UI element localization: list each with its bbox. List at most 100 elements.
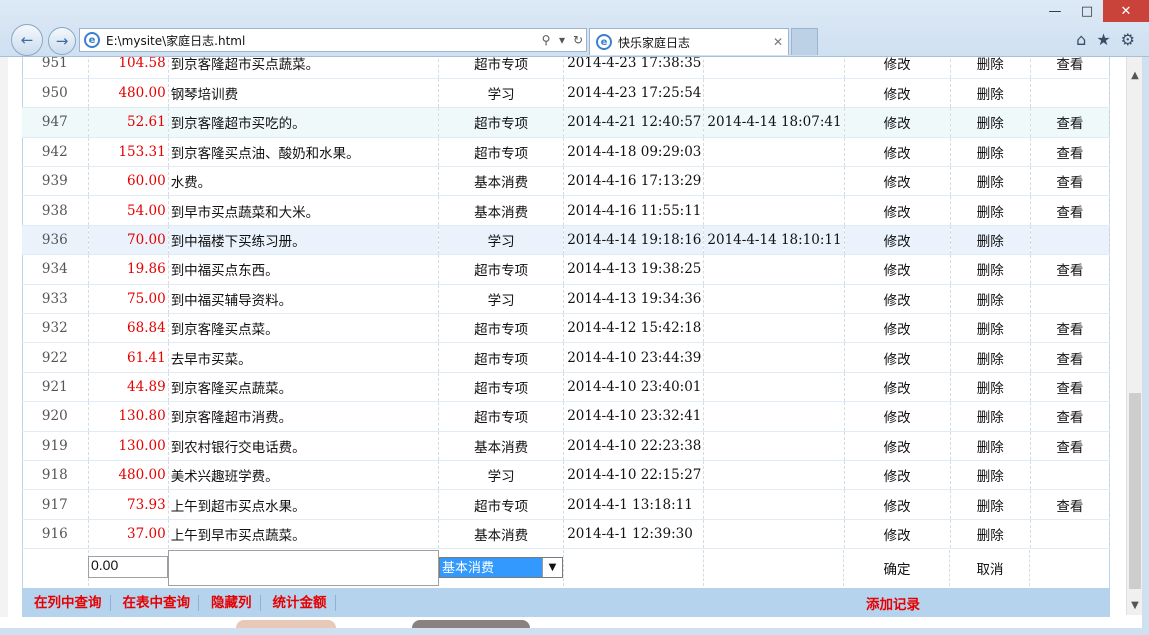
created-time-cell: 2014-4-10 22:23:38 [563,431,705,461]
edit-link[interactable]: 修改 [844,284,951,315]
search-icon[interactable]: ⚲ [538,33,554,47]
address-url[interactable]: E:\mysite\家庭日志.html [106,32,538,49]
edit-link[interactable]: 修改 [844,401,951,432]
record-id: 922 [22,342,89,373]
delete-link[interactable]: 删除 [950,401,1031,432]
edit-link[interactable]: 修改 [844,195,951,226]
view-link[interactable]: 查看 [1030,195,1111,226]
view-link[interactable]: 查看 [1030,431,1111,461]
search-in-table-link[interactable]: 在表中查询 [111,594,199,611]
edit-link[interactable]: 修改 [844,519,951,550]
minimize-icon[interactable]: — [1039,0,1071,22]
view-link[interactable]: 查看 [1030,372,1111,403]
category-cell: 超市专项 [438,57,565,79]
amount-cell: 61.41 [88,342,169,373]
delete-link[interactable]: 删除 [950,254,1031,285]
dropdown-icon[interactable]: ▾ [554,33,570,47]
edit-link[interactable]: 修改 [844,431,951,461]
category-cell: 超市专项 [438,372,565,403]
view-link[interactable]: 查看 [1030,57,1111,79]
created-time-cell: 2014-4-10 22:15:27 [563,460,705,491]
edit-link[interactable]: 修改 [844,57,951,79]
view-link[interactable]: 查看 [1030,166,1111,197]
forward-button[interactable]: → [48,27,76,55]
edit-link[interactable]: 修改 [844,107,951,138]
address-bar[interactable]: e E:\mysite\家庭日志.html ⚲ ▾ ↻ [79,28,587,52]
scroll-up-icon[interactable]: ▲ [1127,67,1143,83]
edit-link[interactable]: 修改 [844,137,951,168]
delete-link[interactable]: 删除 [950,342,1031,373]
search-in-column-link[interactable]: 在列中查询 [22,594,111,611]
record-id: 919 [22,431,89,461]
created-time-cell: 2014-4-16 11:55:11 [563,195,705,226]
scroll-down-icon[interactable]: ▼ [1127,597,1143,613]
modified-time-cell [703,195,845,226]
category-select[interactable]: 基本消费 ▼ [439,557,563,578]
amount-cell: 480.00 [88,460,169,491]
edit-link[interactable]: 修改 [844,489,951,520]
ie-logo-icon: e [84,32,100,48]
close-icon[interactable]: ✕ [1103,0,1149,22]
favorites-icon[interactable]: ★ [1096,30,1110,49]
delete-link[interactable]: 删除 [950,519,1031,550]
delete-link[interactable]: 删除 [950,313,1031,344]
delete-link[interactable]: 删除 [950,225,1031,256]
tab-close-icon[interactable]: ✕ [768,35,788,49]
delete-link[interactable]: 删除 [950,195,1031,226]
table-row: 951 104.58 到京客隆超市买点蔬菜。 超市专项 2014-4-23 17:38:… [22,57,1111,79]
delete-link[interactable]: 删除 [950,57,1031,79]
table-row: 932 68.84 到京客隆买点菜。 超市专项 2014-4-12 15:42:18 修改… [22,313,1111,344]
view-link[interactable]: 查看 [1030,401,1111,432]
gear-icon[interactable]: ⚙ [1121,30,1135,49]
vertical-scrollbar[interactable]: ▲ ▼ [1126,57,1142,615]
chevron-down-icon[interactable]: ▼ [542,558,562,577]
view-link[interactable]: 查看 [1030,489,1111,520]
edit-link[interactable]: 修改 [844,254,951,285]
edit-link[interactable]: 修改 [844,372,951,403]
back-button[interactable]: ← [11,24,43,56]
delete-link[interactable]: 删除 [950,107,1031,138]
view-link [1030,284,1111,315]
confirm-button[interactable]: 确定 [844,558,950,578]
record-id: 938 [22,195,89,226]
browser-tab[interactable]: e 快乐家庭日志 ✕ [589,28,789,55]
edit-link[interactable]: 修改 [844,342,951,373]
created-time-cell: 2014-4-10 23:40:01 [563,372,705,403]
delete-link[interactable]: 删除 [950,166,1031,197]
delete-link[interactable]: 删除 [950,372,1031,403]
new-tab-button[interactable] [791,28,818,55]
cancel-button[interactable]: 取消 [950,558,1030,578]
edit-link[interactable]: 修改 [844,166,951,197]
maximize-icon[interactable]: □ [1071,0,1103,22]
delete-link[interactable]: 删除 [950,460,1031,491]
view-link[interactable]: 查看 [1030,342,1111,373]
description-cell: 美术兴趣班学费。 [168,460,440,491]
table-row: 918 480.00 美术兴趣班学费。 学习 2014-4-10 22:15:27 修改删… [22,460,1111,491]
view-link[interactable]: 查看 [1030,313,1111,344]
hide-columns-link[interactable]: 隐藏列 [199,594,261,611]
home-icon[interactable]: ⌂ [1076,30,1086,49]
record-id: 934 [22,254,89,285]
edit-link[interactable]: 修改 [844,460,951,491]
amount-input[interactable]: 0.00 [88,556,168,578]
add-record-link[interactable]: 添加记录 [866,593,920,613]
table-row: 922 61.41 去早市买菜。 超市专项 2014-4-10 23:44:39 修改 删除… [22,342,1111,373]
edit-link[interactable]: 修改 [844,225,951,256]
delete-link[interactable]: 删除 [950,137,1031,168]
edit-link[interactable]: 修改 [844,313,951,344]
description-input[interactable] [168,550,439,586]
edit-link[interactable]: 修改 [844,78,951,109]
modified-time-cell [703,519,845,550]
modified-time-cell [703,78,845,109]
sum-amount-link[interactable]: 统计金额 [261,594,336,611]
delete-link[interactable]: 删除 [950,78,1031,109]
view-link[interactable]: 查看 [1030,137,1111,168]
delete-link[interactable]: 删除 [950,489,1031,520]
refresh-icon[interactable]: ↻ [570,33,586,47]
view-link[interactable]: 查看 [1030,107,1111,138]
view-link[interactable]: 查看 [1030,254,1111,285]
scrollbar-thumb[interactable] [1129,393,1141,589]
delete-link[interactable]: 删除 [950,431,1031,461]
delete-link[interactable]: 删除 [950,284,1031,315]
record-id: 936 [22,225,89,256]
